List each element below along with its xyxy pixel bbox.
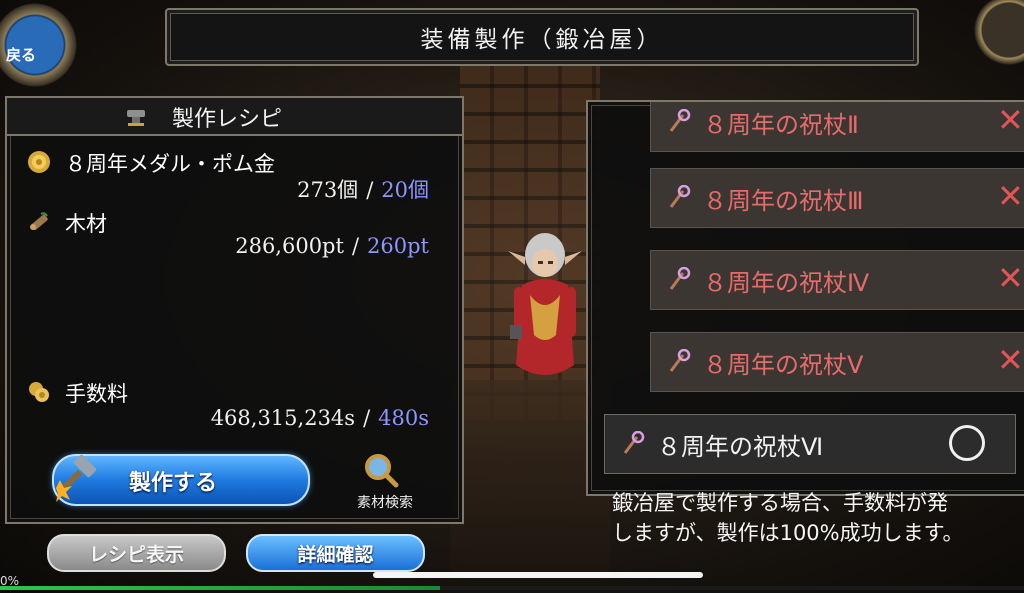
medal-coin-icon	[28, 151, 50, 173]
material-name: 木材	[65, 212, 107, 236]
item-name: ８周年の祝杖Ⅲ	[703, 187, 864, 215]
wood-icon	[30, 212, 48, 231]
list-item[interactable]: ８周年の祝杖Ⅲ ✕	[650, 168, 1024, 228]
item-name: ８周年の祝杖Ⅱ	[703, 111, 859, 139]
unavailable-mark: ✕	[997, 177, 1024, 215]
loading-progress-bar	[0, 586, 1024, 590]
back-button-label: 戻る	[6, 46, 37, 64]
material-search-button[interactable]: 素材検索	[345, 452, 425, 514]
unavailable-mark: ✕	[997, 101, 1024, 139]
craft-button-label: 製作する	[129, 471, 218, 496]
staff-icon	[669, 267, 691, 290]
material-amount: 286,600pt / 260pt	[235, 234, 429, 258]
have-amount: 468,315,234s	[210, 406, 356, 430]
separator: /	[366, 178, 374, 202]
details-button[interactable]: 詳細確認	[246, 534, 425, 572]
material-amount: 468,315,234s / 480s	[211, 406, 429, 430]
recipe-view-button[interactable]: レシピ表示	[47, 534, 226, 572]
material-name: ８周年メダル・ポム金	[65, 152, 275, 176]
staff-icon	[669, 109, 691, 132]
item-name: ８周年の祝杖Ⅴ	[703, 351, 864, 379]
have-amount: 273個	[297, 178, 359, 202]
description-text: 鍛冶屋で製作する場合、手数料が発 しますが、製作は100%成功します。	[612, 488, 1024, 548]
separator: /	[351, 234, 360, 258]
need-amount: 480s	[378, 406, 429, 430]
anvil-icon	[127, 110, 145, 126]
list-item[interactable]: ８周年の祝杖Ⅱ ✕	[650, 101, 1024, 152]
recipe-header: 製作レシピ	[5, 96, 464, 136]
craft-button[interactable]: 製作する	[52, 454, 310, 506]
item-name: ８周年の祝杖Ⅵ	[657, 433, 824, 461]
progress-fill	[0, 586, 441, 590]
blacksmith-npc-character[interactable]	[500, 215, 590, 395]
staff-icon	[669, 349, 691, 372]
available-circle-icon	[949, 425, 985, 461]
title-bar: 装備製作（鍛冶屋）	[165, 8, 919, 66]
staff-icon	[669, 185, 691, 208]
corner-ornament	[964, 0, 1024, 80]
home-indicator[interactable]	[373, 572, 703, 578]
need-amount: 20個	[381, 178, 429, 202]
list-item[interactable]: ８周年の祝杖Ⅴ ✕	[650, 332, 1024, 392]
recipe-header-label: 製作レシピ	[172, 107, 283, 132]
page-title: 装備製作（鍛冶屋）	[420, 27, 664, 53]
description-line: しますが、製作は100%成功します。	[612, 521, 964, 545]
progress-label: 0%	[0, 574, 20, 588]
hammer-icon	[56, 454, 97, 502]
need-amount: 260pt	[367, 234, 429, 258]
back-orb-button[interactable]: 戻る	[0, 0, 90, 100]
unavailable-mark: ✕	[997, 341, 1024, 379]
material-search-label: 素材検索	[357, 495, 413, 511]
separator: /	[363, 406, 371, 430]
selected-list-item[interactable]: ８周年の祝杖Ⅵ	[604, 414, 1016, 474]
unavailable-mark: ✕	[997, 259, 1024, 297]
material-name: 手数料	[65, 382, 128, 406]
material-amount: 273個 / 20個	[297, 174, 429, 204]
staff-icon	[623, 431, 645, 454]
item-name: ８周年の祝杖Ⅳ	[703, 269, 870, 297]
have-amount: 286,600pt	[235, 234, 344, 258]
coins-icon	[29, 382, 49, 402]
magnifier-icon	[365, 454, 399, 488]
list-item[interactable]: ８周年の祝杖Ⅳ ✕	[650, 250, 1024, 310]
description-line: 鍛冶屋で製作する場合、手数料が発	[612, 491, 948, 515]
